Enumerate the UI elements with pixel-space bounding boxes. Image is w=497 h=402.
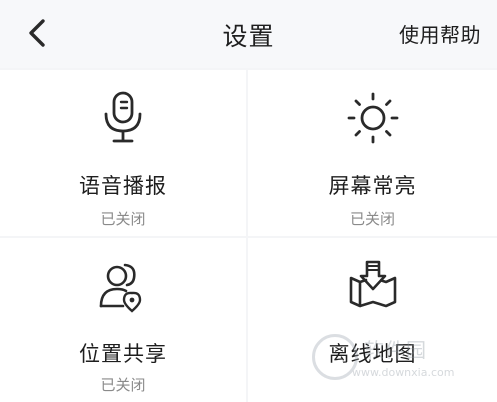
- screen-always-on-tile[interactable]: 屏幕常亮 已关闭: [248, 70, 497, 236]
- sun-icon: [347, 92, 398, 144]
- offline-map-label: 离线地图: [328, 342, 417, 366]
- top-bar: 设置 使用帮助: [0, 0, 497, 68]
- settings-grid: 语音播报 已关闭 屏幕常亮 已关闭 位置共享 已关闭 离线地图: [0, 70, 497, 402]
- screen-always-on-status: 已关闭: [349, 210, 395, 228]
- screen-always-on-label: 屏幕常亮: [328, 174, 417, 198]
- microphone-icon: [104, 91, 142, 143]
- voice-broadcast-tile[interactable]: 语音播报 已关闭: [0, 70, 246, 236]
- help-button[interactable]: 使用帮助: [399, 19, 481, 48]
- location-sharing-label: 位置共享: [79, 342, 167, 366]
- voice-broadcast-status: 已关闭: [100, 210, 146, 228]
- location-sharing-tile[interactable]: 位置共享 已关闭: [0, 238, 246, 402]
- location-sharing-status: 已关闭: [100, 376, 146, 394]
- users-location-icon: [99, 263, 142, 313]
- offline-map-tile[interactable]: 离线地图: [248, 238, 497, 402]
- map-download-icon: [349, 260, 396, 308]
- voice-broadcast-label: 语音播报: [79, 174, 167, 198]
